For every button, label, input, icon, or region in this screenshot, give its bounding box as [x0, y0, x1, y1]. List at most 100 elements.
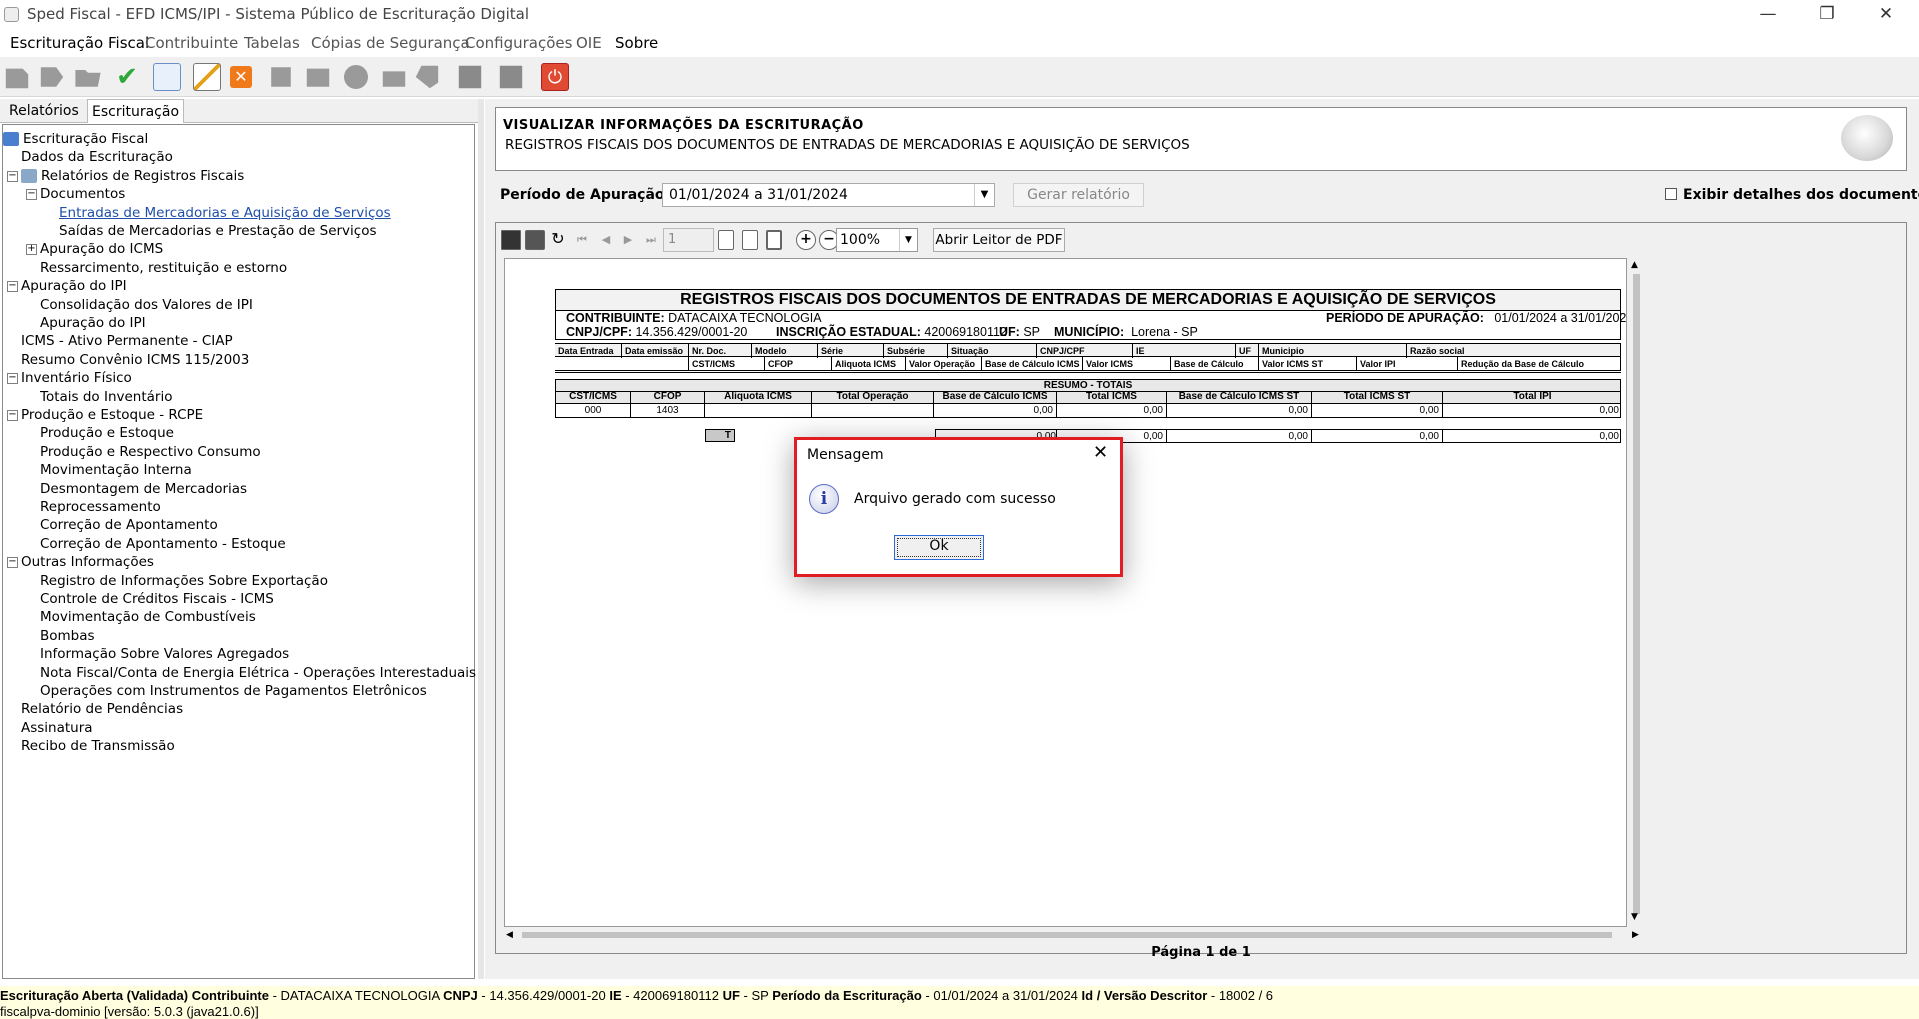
tree-item[interactable]: ICMS - Ativo Permanente - CIAP [21, 333, 233, 349]
save-as-icon[interactable] [499, 65, 523, 89]
menu-contribuinte[interactable]: Contribuinte [145, 34, 238, 52]
zoom-in-icon[interactable]: + [796, 230, 816, 250]
next-page-icon[interactable]: ▶ [618, 230, 638, 250]
periodo-select[interactable]: 01/01/2024 a 31/01/2024 ▼ [662, 183, 995, 207]
tree-item[interactable]: Dados da Escrituração [21, 149, 173, 165]
close-window-button[interactable]: ✕ [1863, 0, 1909, 29]
tree-item[interactable]: Registro de Informações Sobre Exportação [40, 573, 328, 589]
scroll-thumb[interactable] [1633, 274, 1640, 914]
tab-relatorios[interactable]: Relatórios [9, 103, 79, 119]
ok-button[interactable]: Ok [894, 535, 984, 560]
tree-item[interactable]: Consolidação dos Valores de IPI [40, 297, 253, 313]
tree-item[interactable]: Ressarcimento, restituição e estorno [40, 260, 287, 276]
tree-item[interactable]: Entradas de Mercadorias e Aquisição de S… [59, 205, 391, 221]
tree-toggle-icon[interactable]: + [26, 244, 37, 256]
tree-item[interactable]: Totais do Inventário [40, 389, 173, 405]
zoom-select[interactable]: 100% ▼ [836, 228, 918, 252]
tree-item[interactable]: Apuração do IPI [21, 278, 127, 294]
scroll-up-icon[interactable]: ▲ [1631, 260, 1638, 270]
tree-item[interactable]: Correção de Apontamento - Estoque [40, 536, 286, 552]
gerar-relatorio-button[interactable]: Gerar relatório [1013, 183, 1144, 207]
transmit-icon[interactable] [306, 68, 330, 87]
tree-item[interactable]: Outras Informações [21, 554, 154, 570]
tree-toggle-icon[interactable]: − [7, 557, 18, 569]
menu-tabelas[interactable]: Tabelas [244, 34, 300, 52]
tree-item[interactable]: Documentos [40, 186, 125, 202]
tree-item[interactable]: Relatórios de Registros Fiscais [41, 168, 244, 184]
tree-item[interactable]: Controle de Créditos Fiscais - ICMS [40, 591, 274, 607]
hscroll-thumb[interactable] [522, 932, 1612, 938]
report-document[interactable]: REGISTROS FISCAIS DOS DOCUMENTOS DE ENTR… [504, 258, 1627, 927]
tree-toggle-icon[interactable]: − [7, 410, 18, 421]
checkbox-icon[interactable] [1665, 188, 1677, 200]
tree-toggle-icon[interactable]: − [7, 170, 18, 182]
menu-configuracoes[interactable]: Configurações [465, 34, 572, 52]
tree-item[interactable]: Correção de Apontamento [40, 517, 218, 533]
prev-page-icon[interactable]: ◀ [596, 230, 616, 250]
single-page-icon[interactable] [718, 230, 734, 250]
menu-escrituracao-fiscal[interactable]: Escrituração Fiscal [10, 34, 149, 52]
tree-item[interactable]: Nota Fiscal/Conta de Energia Elétrica - … [40, 665, 476, 681]
fit-page-icon[interactable] [766, 230, 782, 250]
power-exit-icon[interactable]: ⏻ [541, 63, 569, 91]
chevron-down-icon[interactable]: ▼ [899, 229, 917, 251]
edit-document-icon[interactable] [153, 63, 181, 91]
tree-toggle-icon[interactable]: − [26, 189, 37, 201]
scroll-down-icon[interactable]: ▼ [1631, 912, 1638, 922]
tree-item[interactable]: Produção e Estoque [40, 425, 174, 441]
panel-splitter[interactable] [478, 99, 484, 979]
open-folder-icon[interactable] [75, 70, 101, 87]
delete-icon[interactable]: ✕ [230, 66, 252, 88]
validate-check-icon[interactable]: ✔ [113, 63, 141, 91]
tree-item[interactable]: Desmontagem de Mercadorias [40, 481, 247, 497]
tab-escrituracao[interactable]: Escrituração [87, 99, 185, 123]
menu-copias-seguranca[interactable]: Cópias de Segurança [311, 34, 470, 52]
first-page-icon[interactable]: ⏮ [572, 230, 592, 250]
tree-item[interactable]: Bombas [40, 628, 95, 644]
scroll-left-icon[interactable]: ◀ [506, 930, 513, 940]
vertical-scrollbar[interactable]: ▲ ▼ [1627, 258, 1646, 927]
save-report-icon[interactable] [501, 230, 521, 250]
tree-item[interactable]: Assinatura [21, 720, 93, 736]
tree-item[interactable]: Recibo de Transmissão [21, 738, 175, 754]
refresh-icon[interactable]: ↻ [548, 230, 568, 250]
tree-item[interactable]: Produção e Estoque - RCPE [21, 407, 203, 423]
horizontal-scrollbar[interactable]: ◀ ▶ [504, 927, 1646, 944]
tree-toggle-icon[interactable]: − [7, 373, 18, 385]
menu-sobre[interactable]: Sobre [615, 34, 658, 52]
mail-icon[interactable] [382, 71, 406, 87]
tree-item[interactable]: Saídas de Mercadorias e Prestação de Ser… [59, 223, 377, 239]
tree-item[interactable]: Apuração do ICMS [40, 241, 163, 257]
restore-button[interactable]: ❐ [1804, 0, 1850, 29]
tree-item[interactable]: Produção e Respectivo Consumo [40, 444, 261, 460]
fit-width-icon[interactable] [742, 230, 758, 250]
page-number-input[interactable]: 1 [663, 228, 714, 252]
minimize-button[interactable]: — [1745, 0, 1791, 29]
tree-item[interactable]: Informação Sobre Valores Agregados [40, 646, 289, 662]
tag-icon[interactable] [415, 65, 439, 89]
globe-icon[interactable] [344, 65, 368, 89]
abrir-leitor-pdf-button[interactable]: Abrir Leitor de PDF [933, 228, 1065, 252]
chevron-down-icon[interactable]: ▼ [974, 184, 994, 206]
tree-item[interactable]: Apuração do IPI [40, 315, 146, 331]
tree-item[interactable]: Movimentação de Combustíveis [40, 609, 256, 625]
signature-pen-icon[interactable] [193, 63, 221, 91]
import-icon[interactable] [40, 67, 64, 87]
exibir-detalhes-checkbox[interactable]: Exibir detalhes dos documentos [1665, 187, 1919, 203]
tree-item[interactable]: Movimentação Interna [40, 462, 192, 478]
tree-item[interactable]: Operações com Instrumentos de Pagamentos… [40, 683, 427, 699]
tree-item[interactable]: Inventário Físico [21, 370, 132, 386]
print-icon[interactable] [271, 67, 291, 87]
tree-item[interactable]: Escrituração Fiscal [23, 131, 148, 147]
tree-toggle-icon[interactable]: − [7, 281, 18, 293]
print-report-icon[interactable] [525, 230, 545, 250]
last-page-icon[interactable]: ⏭ [641, 230, 661, 250]
new-file-icon[interactable] [5, 68, 29, 89]
tree-item[interactable]: Reprocessamento [40, 499, 161, 515]
save-icon[interactable] [458, 65, 482, 89]
scroll-right-icon[interactable]: ▶ [1632, 930, 1639, 940]
close-icon[interactable]: ✕ [1093, 442, 1108, 463]
tree-item[interactable]: Resumo Convênio ICMS 115/2003 [21, 352, 249, 368]
tree-item[interactable]: Relatório de Pendências [21, 701, 183, 717]
menu-oie[interactable]: OIE [576, 34, 602, 52]
